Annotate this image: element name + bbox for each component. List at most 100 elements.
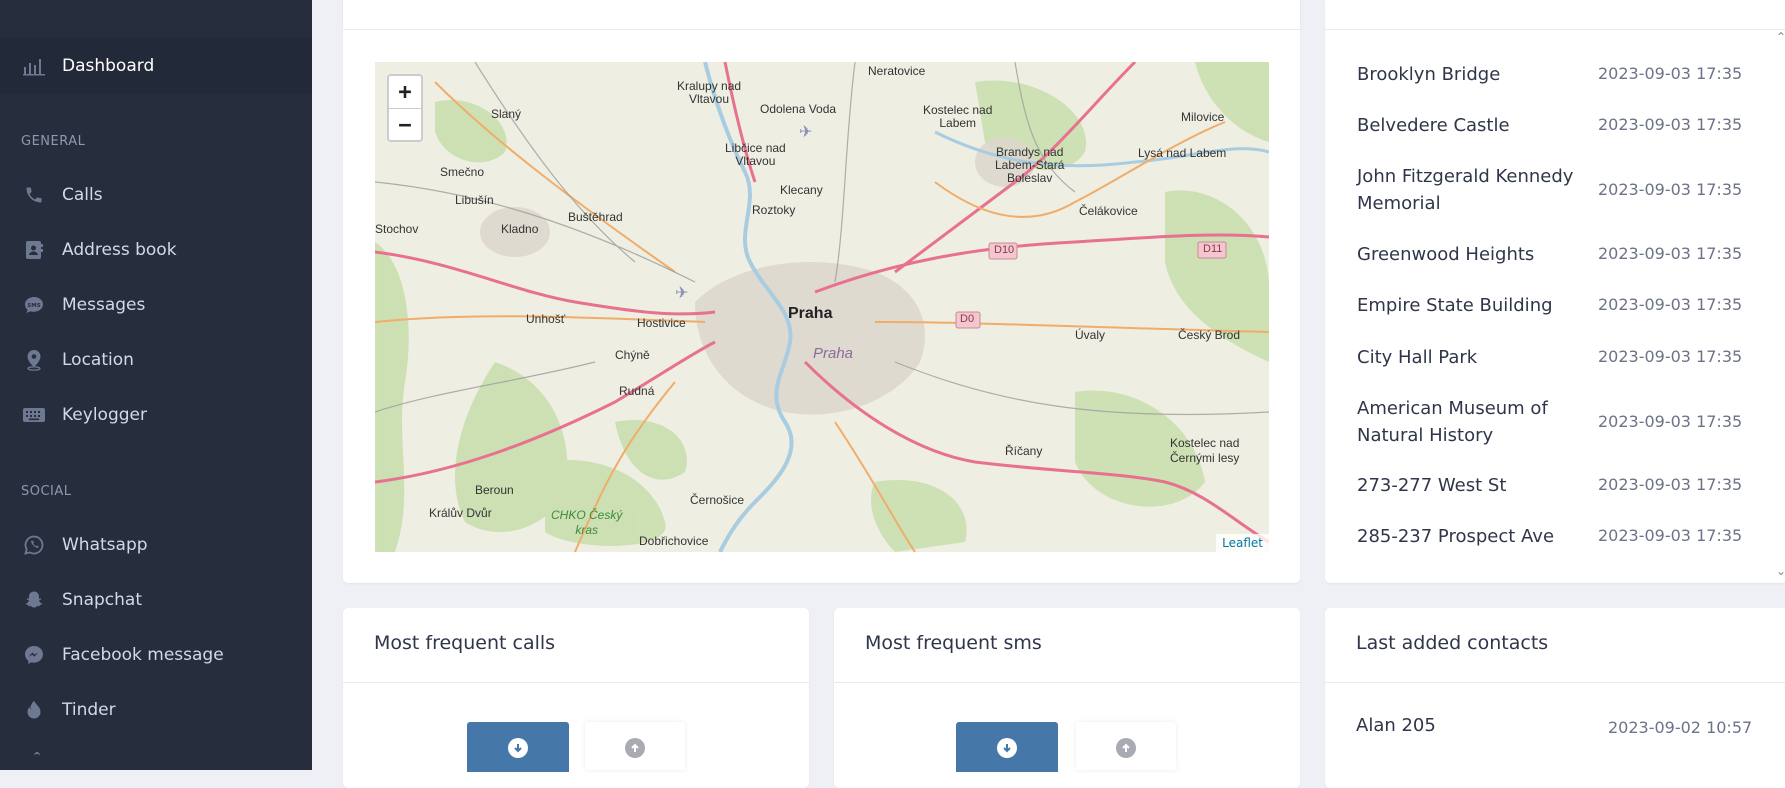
sidebar-item-tinder[interactable]: Tinder xyxy=(0,688,312,732)
arrow-up-circle-icon xyxy=(1116,738,1136,758)
map-label-chyne: Chýně xyxy=(615,348,650,362)
map-label-d10: D10 xyxy=(994,244,1015,256)
sort-ascending-button[interactable] xyxy=(585,722,685,770)
location-name: John Fitzgerald Kennedy Memorial xyxy=(1357,166,1574,214)
map-label-roztoky: Roztoky xyxy=(752,203,796,217)
sidebar-item-address-book[interactable]: Address book xyxy=(0,228,312,272)
location-time: 2023-09-03 17:35 xyxy=(1598,412,1743,431)
map-label-unhost: Unhošť xyxy=(526,312,566,326)
map-label-hostivice: Hostivice xyxy=(637,316,686,330)
contact-time: 2023-09-02 10:57 xyxy=(1608,718,1753,737)
location-name: Empire State Building xyxy=(1357,295,1553,316)
sidebar-item-label: Dashboard xyxy=(62,56,155,76)
svg-text:SMS: SMS xyxy=(27,303,40,309)
card-title: Most frequent sms xyxy=(865,632,1042,654)
whatsapp-icon xyxy=(22,533,46,557)
sort-descending-button[interactable] xyxy=(467,722,569,772)
sidebar-item-label: Calls xyxy=(62,185,103,205)
map-label-kostelec-labem: Kostelec nad Labem xyxy=(923,103,993,130)
card-title: Last added contacts xyxy=(1356,632,1549,654)
map-label-libusin: Libušín xyxy=(455,193,494,207)
scroll-up-icon[interactable]: ⌃ xyxy=(1776,30,1785,44)
sidebar-item-label: Address book xyxy=(62,240,177,260)
map-label-brandys: Brandys nad Labem-Stará Boleslav xyxy=(995,145,1065,185)
card-header-divider xyxy=(343,682,809,683)
map-label-chko: CHKO Český kras xyxy=(551,508,623,537)
card-header-divider xyxy=(834,682,1300,683)
arrow-down-circle-icon xyxy=(997,738,1017,758)
card-header-divider xyxy=(1325,682,1785,683)
sidebar: Dashboard GENERAL Calls Address book SMS… xyxy=(0,0,312,770)
location-time: 2023-09-03 17:35 xyxy=(1598,115,1743,134)
map-label-kostelec-lesy: Kostelec nad Černými lesy xyxy=(1170,436,1240,465)
scroll-down-icon[interactable]: ⌄ xyxy=(1776,564,1785,578)
map-label-smecno: Smečno xyxy=(440,165,485,179)
map-label-dobrichovice: Dobřichovice xyxy=(639,534,709,548)
svg-text:✈: ✈ xyxy=(675,283,688,302)
sidebar-item-label: Whatsapp xyxy=(62,535,148,555)
sidebar-item-snapchat[interactable]: Snapchat xyxy=(0,578,312,622)
map-label-d0: D0 xyxy=(960,313,975,325)
sort-ascending-button[interactable] xyxy=(1076,722,1176,770)
map-label-ricany: Říčany xyxy=(1005,444,1043,458)
location-time: 2023-09-03 17:35 xyxy=(1598,347,1743,366)
map-label-neratovice: Neratovice xyxy=(868,64,926,78)
zoom-out-button[interactable]: − xyxy=(389,108,421,140)
map-zoom-control: + − xyxy=(387,74,423,142)
sort-descending-button[interactable] xyxy=(956,722,1058,772)
map-label-kladno: Kladno xyxy=(501,222,539,236)
zoom-in-button[interactable]: + xyxy=(389,76,421,108)
sidebar-next-item-icon xyxy=(34,752,40,760)
map-label-kralupy: Kralupy nad Vltavou xyxy=(677,79,742,106)
map-label-praha-region: Praha xyxy=(813,345,854,362)
map-label-cesky-brod: Český Brod xyxy=(1178,328,1241,342)
sidebar-item-facebook-message[interactable]: Facebook message xyxy=(0,633,312,677)
location-time: 2023-09-03 17:35 xyxy=(1598,244,1743,263)
most-frequent-calls-card: Most frequent calls xyxy=(343,608,809,788)
location-name: Belvedere Castle xyxy=(1357,115,1510,136)
card-title: Most frequent calls xyxy=(374,632,556,654)
contact-book-icon xyxy=(22,238,46,262)
phone-icon xyxy=(22,183,46,207)
svg-text:✈: ✈ xyxy=(799,122,812,141)
location-time: 2023-09-03 17:35 xyxy=(1598,295,1743,314)
contact-name: Alan 205 xyxy=(1356,715,1436,736)
section-social-heading: SOCIAL xyxy=(21,484,72,499)
section-general-heading: GENERAL xyxy=(21,134,86,149)
location-time: 2023-09-03 17:35 xyxy=(1598,526,1743,545)
locations-card-header-divider xyxy=(1325,29,1785,30)
sidebar-item-calls[interactable]: Calls xyxy=(0,173,312,217)
location-map[interactable]: ✈ ✈ Kralupy nad Vltavou Neratovice Odole… xyxy=(375,62,1269,552)
map-label-rudna: Rudná xyxy=(619,384,655,398)
location-name: American Museum of Natural History xyxy=(1357,398,1548,446)
leaflet-attribution-link[interactable]: Leaflet xyxy=(1216,534,1269,552)
sidebar-item-keylogger[interactable]: Keylogger xyxy=(0,393,312,437)
sidebar-item-location[interactable]: Location xyxy=(0,338,312,382)
arrow-down-circle-icon xyxy=(508,738,528,758)
sidebar-item-whatsapp[interactable]: Whatsapp xyxy=(0,523,312,567)
sidebar-item-dashboard[interactable]: Dashboard xyxy=(0,38,312,94)
location-name: 285-237 Prospect Ave xyxy=(1357,526,1555,547)
sms-icon: SMS xyxy=(22,293,46,317)
map-label-milovice: Milovice xyxy=(1181,110,1225,124)
sidebar-item-label: Messages xyxy=(62,295,146,315)
map-label-lysa: Lysá nad Labem xyxy=(1138,146,1227,160)
keyboard-icon xyxy=(22,403,46,427)
location-pin-icon xyxy=(22,348,46,372)
map-label-uvaly: Úvaly xyxy=(1075,328,1106,342)
bar-chart-icon xyxy=(22,54,46,78)
sidebar-item-messages[interactable]: SMS Messages xyxy=(0,283,312,327)
map-label-bustehrad: Buštěhrad xyxy=(568,210,623,224)
most-frequent-sms-card: Most frequent sms xyxy=(834,608,1300,788)
map-card-header-divider xyxy=(343,29,1300,30)
location-time: 2023-09-03 17:35 xyxy=(1598,64,1743,83)
location-time: 2023-09-03 17:35 xyxy=(1598,475,1743,494)
location-name: City Hall Park xyxy=(1357,347,1478,368)
map-label-stochov: Stochov xyxy=(375,222,419,236)
map-label-libcice: Libčice nad Vltavou xyxy=(725,141,786,168)
map-label-cernosice: Černošice xyxy=(690,493,745,507)
map-label-kraluv-dvur: Králův Dvůr xyxy=(429,506,492,520)
map-label-celakovice: Čelákovice xyxy=(1079,204,1138,218)
map-label-praha-city: Praha xyxy=(788,305,833,322)
map-label-odolena: Odolena Voda xyxy=(760,102,837,116)
